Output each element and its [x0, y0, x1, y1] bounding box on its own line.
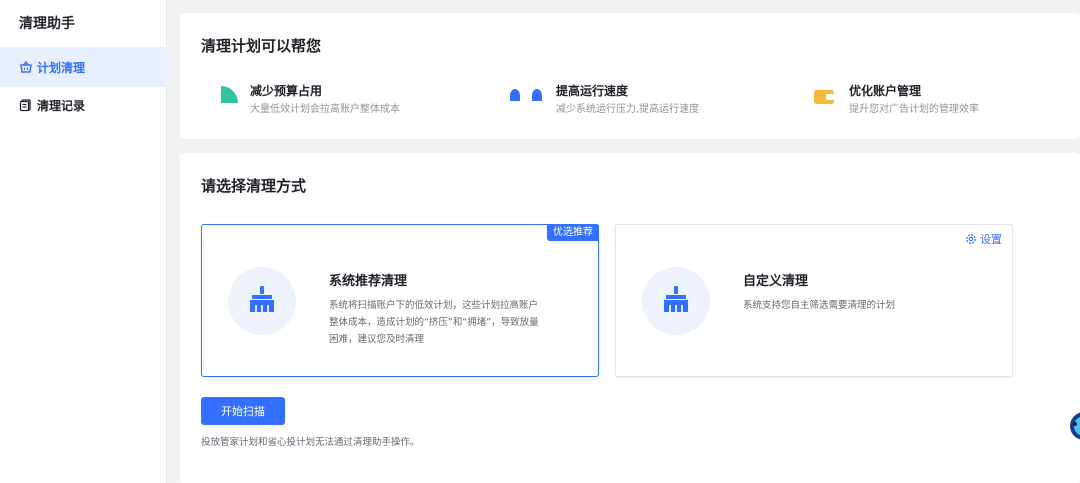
notice-text: 投放管家计划和省心投计划无法通过清理助手操作。	[201, 437, 420, 448]
document-icon	[19, 98, 33, 112]
basket-icon	[19, 60, 33, 74]
sidebar-item-label: 清理记录	[37, 98, 86, 113]
benefit-title: 优化账户管理	[849, 84, 922, 98]
option-title: 自定义清理	[743, 274, 809, 289]
benefit-improve-speed: 提高运行速度 减少系统运行压力,提高运行速度	[508, 83, 699, 117]
benefit-desc: 减少系统运行压力,提高运行速度	[556, 104, 700, 115]
option-desc: 系统将扫描账户下的低效计划，这些计划拉高账户整体成本，造成计划的“挤压”和“拥堵…	[329, 300, 539, 345]
option-title: 系统推荐清理	[329, 274, 408, 289]
broom-icon	[661, 284, 691, 318]
benefits-title: 清理计划可以帮您	[201, 37, 322, 55]
benefit-desc: 提升您对广告计划的管理效率	[849, 104, 979, 115]
cleanup-method-card: 请选择清理方式 优选推荐 系统推荐清理 系统将扫描账户下的低效计划，这些计划拉高…	[180, 153, 1080, 483]
settings-link[interactable]: 设置	[965, 231, 1002, 247]
method-title: 请选择清理方式	[201, 177, 307, 195]
sidebar-item-cleanup-records[interactable]: 清理记录	[0, 85, 167, 125]
sidebar-title: 清理助手	[19, 16, 75, 32]
budget-icon	[218, 84, 240, 106]
sidebar-item-plan-cleanup[interactable]: 计划清理	[0, 47, 167, 87]
sidebar-item-label: 计划清理	[37, 60, 86, 75]
recommended-badge: 优选推荐	[547, 224, 599, 241]
benefit-desc: 大量低效计划会拉高账户整体成本	[250, 104, 400, 115]
assistant-robot-icon	[1066, 412, 1080, 450]
option-custom[interactable]: 设置 自定义清理 系统支持您自主筛选需要清理的计划	[615, 224, 1013, 377]
sidebar: 清理助手 计划清理 清理记录	[0, 0, 167, 483]
option-system-recommended[interactable]: 优选推荐 系统推荐清理 系统将扫描账户下的低效计划，这些计划拉高账户整体成本，造…	[201, 224, 599, 377]
benefit-reduce-budget: 减少预算占用 大量低效计划会拉高账户整体成本	[218, 83, 400, 117]
wallet-icon	[813, 84, 839, 106]
benefits-card: 清理计划可以帮您 减少预算占用 大量低效计划会拉高账户整体成本 提高运行速度 减…	[180, 13, 1080, 139]
benefit-optimize-management: 优化账户管理 提升您对广告计划的管理效率	[813, 83, 979, 117]
speed-icon	[508, 84, 546, 106]
benefit-title: 减少预算占用	[250, 84, 323, 98]
option-icon-circle	[228, 267, 296, 335]
benefit-title: 提高运行速度	[556, 84, 629, 98]
broom-icon	[247, 284, 277, 318]
assistant-float-button[interactable]	[1066, 406, 1080, 446]
option-icon-circle	[642, 267, 710, 335]
option-desc: 系统支持您自主筛选需要清理的计划	[743, 300, 896, 311]
settings-label: 设置	[980, 233, 1002, 246]
gear-icon	[965, 233, 977, 245]
app-root: 清理助手 计划清理 清理记录 清理计划可以帮您 减少预算占用 大量低效计划会拉高…	[0, 0, 1080, 483]
start-scan-button[interactable]: 开始扫描	[201, 397, 285, 425]
